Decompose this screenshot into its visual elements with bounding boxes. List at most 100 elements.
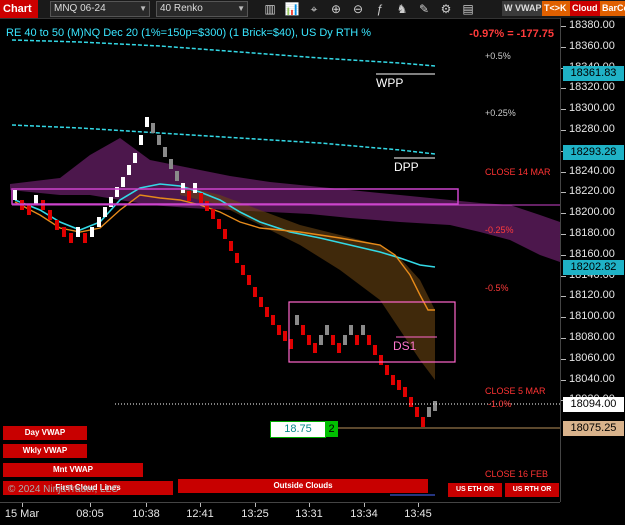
chevron-down-icon: ▼	[237, 4, 245, 13]
purple-cloud	[10, 138, 560, 262]
time-tick-mark	[200, 503, 201, 507]
price-tick-label: 18220.00	[569, 185, 615, 198]
price-marker: 18075.25	[563, 421, 624, 436]
tick-counter: 18.75	[270, 421, 326, 438]
price-marker: 18202.82	[563, 260, 624, 275]
renko-brick	[259, 297, 263, 307]
price-marker: 18361.83	[563, 66, 624, 81]
renko-brick	[349, 325, 353, 335]
wvwap-button[interactable]: W VWAP	[502, 1, 544, 16]
renko-brick	[289, 339, 293, 349]
chart-style-icon[interactable]: 📊	[284, 1, 300, 17]
renko-brick	[151, 123, 155, 133]
strategy-icon[interactable]: ♞	[394, 1, 410, 17]
renko-brick	[277, 325, 281, 335]
dpp-label: DPP	[394, 160, 419, 174]
bars-icon[interactable]: ▥	[262, 1, 278, 17]
renko-brick	[319, 335, 323, 345]
time-tick-mark	[364, 503, 365, 507]
zoom-out-icon[interactable]: ⊖	[350, 1, 366, 17]
renko-brick	[313, 343, 317, 353]
counter-badge: 2	[325, 421, 338, 437]
chart-menu-button[interactable]: Chart	[0, 0, 38, 18]
us-eth-or-label: US ETH OR	[448, 483, 502, 497]
time-axis[interactable]: 15 Mar 08:05 10:38 12:41 13:25 13:31 13:34 13:4…	[0, 502, 560, 525]
renko-brick	[133, 153, 137, 163]
dpp-line	[11, 124, 436, 155]
price-tick-label: 18200.00	[569, 206, 615, 219]
renko-brick	[427, 407, 431, 417]
renko-brick	[169, 159, 173, 169]
price-tick-label: 18080.00	[569, 331, 615, 343]
day-vwap-label: Day VWAP	[3, 426, 87, 440]
price-tick-label: 18300.00	[569, 102, 615, 115]
renko-brick	[271, 315, 275, 325]
renko-brick	[253, 287, 257, 297]
renko-brick	[62, 227, 66, 237]
renko-brick	[90, 227, 94, 237]
barco-button[interactable]: BarCo	[600, 1, 625, 16]
toolbar: Chart MNQ 06-24 ▼ 40 Renko ▼ ▥ 📊 ⌖ ⊕ ⊖ ƒ…	[0, 0, 625, 19]
properties-icon[interactable]: ⚙	[438, 1, 454, 17]
renko-brick	[409, 397, 413, 407]
bartype-value: 40 Renko	[160, 3, 203, 14]
renko-brick	[241, 265, 245, 275]
renko-brick	[295, 315, 299, 325]
level-label-close16: CLOSE 16 FEB	[485, 469, 549, 479]
price-tick-mark	[561, 296, 566, 298]
renko-brick	[307, 335, 311, 345]
time-tick-label: 13:45	[404, 508, 432, 520]
us-rth-or-label: US RTH OR	[505, 483, 559, 497]
renko-brick	[217, 219, 221, 229]
price-tick-mark	[561, 130, 566, 131]
price-tick-mark	[561, 171, 566, 173]
renko-brick	[367, 335, 371, 345]
tk-button[interactable]: T<>K	[542, 1, 572, 16]
renko-brick	[247, 275, 251, 285]
indicators-icon[interactable]: ƒ	[372, 1, 388, 17]
price-tick-mark	[561, 26, 566, 27]
renko-brick	[139, 135, 143, 145]
pct-change: -0.97% = -177.75	[469, 28, 554, 40]
price-axis[interactable]: 18380.0018360.0018340.0018320.0018300.00…	[560, 18, 625, 502]
wpp-line	[11, 39, 436, 67]
renko-brick	[325, 325, 329, 335]
price-tick-label: 18360.00	[569, 39, 615, 52]
price-tick-label: 18380.00	[569, 19, 615, 31]
price-tick-mark	[561, 46, 566, 48]
crosshair-icon[interactable]: ⌖	[306, 1, 322, 17]
price-tick-label: 18240.00	[569, 164, 615, 177]
level-label-p05: +0.5%	[485, 51, 511, 61]
renko-brick	[331, 335, 335, 345]
draw-icon[interactable]: ✎	[416, 1, 432, 17]
time-tick-label: 08:05	[76, 508, 104, 520]
renko-brick	[403, 387, 407, 397]
time-tick-label: 13:34	[350, 508, 378, 520]
renko-brick	[205, 201, 209, 211]
price-tick-label: 18280.00	[569, 123, 615, 135]
price-marker: 18094.00	[563, 397, 624, 412]
renko-brick	[415, 407, 419, 417]
time-tick-mark	[22, 503, 23, 507]
price-tick-mark	[561, 213, 566, 215]
time-tick-mark	[90, 503, 91, 507]
level-label-m05: -0.5%	[485, 283, 509, 293]
price-tick-mark	[561, 109, 566, 111]
time-tick-mark	[309, 503, 310, 507]
renko-brick	[157, 135, 161, 145]
renko-brick	[379, 355, 383, 365]
renko-brick	[145, 117, 149, 127]
mnt-vwap-label: Mnt VWAP	[3, 463, 143, 477]
renko-brick	[55, 220, 59, 230]
price-tick-label: 18180.00	[569, 227, 615, 239]
level-label-m025: -0.25%	[485, 225, 514, 235]
bartype-selector[interactable]: 40 Renko ▼	[156, 1, 248, 17]
time-tick-label: 12:41	[186, 508, 214, 520]
symbol-selector[interactable]: MNQ 06-24 ▼	[50, 1, 150, 17]
renko-brick	[187, 191, 191, 201]
price-tick-label: 18120.00	[569, 289, 615, 302]
cloud-button[interactable]: Cloud	[570, 1, 602, 16]
price-tick-mark	[561, 88, 566, 90]
data-box-icon[interactable]: ▤	[460, 1, 476, 17]
zoom-in-icon[interactable]: ⊕	[328, 1, 344, 17]
